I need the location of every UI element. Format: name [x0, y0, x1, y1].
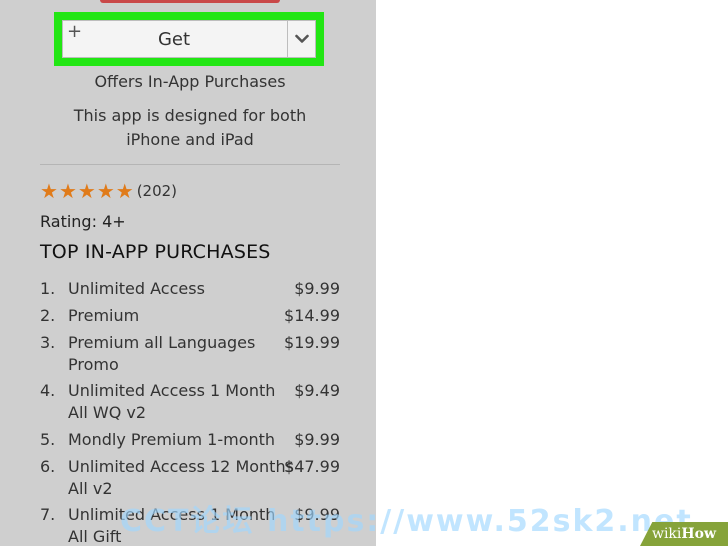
rating-count: (202): [136, 182, 178, 200]
star-icon: ★: [40, 179, 58, 203]
item-price: $9.49: [294, 381, 340, 400]
item-name: Unlimited Access: [68, 279, 205, 298]
item-name: Premium all Languages Promo: [68, 333, 256, 374]
app-info-sidebar: + Get Offers In-App Purchases This app i…: [0, 0, 376, 546]
item-price: $14.99: [284, 306, 340, 325]
star-icon: ★: [115, 179, 134, 203]
item-number: 7.: [40, 505, 56, 524]
item-price: $9.99: [294, 430, 340, 449]
item-name: Unlimited Access 1 Month All WQ v2: [68, 381, 276, 422]
item-price: $9.99: [294, 279, 340, 298]
item-number: 4.: [40, 381, 56, 400]
chevron-down-icon[interactable]: [288, 21, 316, 57]
item-number: 1.: [40, 279, 56, 298]
get-button-label: Get: [157, 29, 191, 50]
price-button-edge: [100, 0, 280, 3]
item-name: Unlimited Access 12 Months All v2: [68, 457, 294, 498]
divider: [40, 164, 340, 165]
in-app-purchases-note: Offers In-App Purchases: [94, 72, 286, 91]
item-number: 2.: [40, 306, 56, 325]
age-rating: Rating: 4+: [40, 212, 126, 231]
logo-how: How: [681, 526, 717, 542]
item-price: $19.99: [284, 333, 340, 352]
get-button[interactable]: + Get: [62, 20, 316, 58]
device-support-line-2: iPhone and iPad: [126, 130, 254, 149]
section-title: TOP IN-APP PURCHASES: [40, 241, 271, 263]
star-icon: ★: [77, 179, 96, 203]
item-name: Mondly Premium 1-month: [68, 430, 276, 449]
item-name: Premium: [68, 306, 140, 325]
watermark: CCT论坛 https://www.52sk2.net: [120, 504, 693, 539]
item-number: 5.: [40, 430, 56, 449]
logo-wiki: wiki: [651, 526, 682, 542]
star-icon: ★: [58, 179, 77, 203]
star-rating: ★ ★ ★ ★ ★ (202): [40, 180, 177, 202]
device-support-line-1: This app is designed for both: [73, 106, 307, 125]
wikihow-logo: wiki How: [640, 522, 728, 546]
item-number: 3.: [40, 333, 56, 352]
star-icon: ★: [96, 179, 115, 203]
item-price: $47.99: [284, 457, 340, 476]
item-number: 6.: [40, 457, 56, 476]
